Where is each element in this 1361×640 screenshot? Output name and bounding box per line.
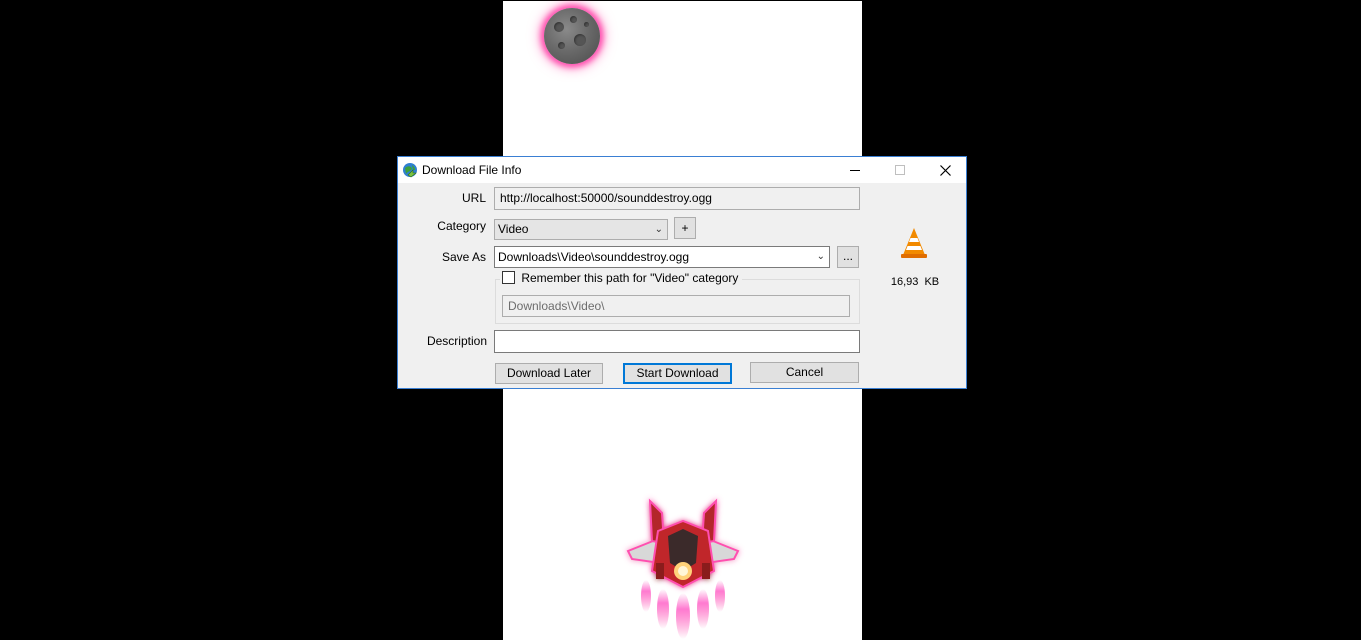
add-category-button[interactable]: +	[674, 217, 696, 239]
remember-path-label[interactable]: Remember this path for "Video" category	[521, 271, 738, 285]
description-field[interactable]	[494, 330, 860, 353]
title-bar[interactable]: Download File Info	[398, 157, 966, 183]
category-select[interactable]: Video ⌄	[494, 219, 668, 240]
spaceship-icon	[626, 498, 740, 639]
minimize-icon	[850, 169, 860, 171]
category-label: Category	[437, 219, 486, 233]
save-as-select[interactable]: Downloads\Video\sounddestroy.ogg ⌄	[494, 246, 830, 268]
chevron-down-icon: ⌄	[816, 251, 825, 262]
file-size-label: 16,93 KB	[890, 276, 940, 288]
close-button[interactable]	[922, 157, 968, 183]
remember-path-field: Downloads\Video\	[502, 295, 850, 317]
url-field[interactable]: http://localhost:50000/sounddestroy.ogg	[494, 187, 860, 210]
save-as-label: Save As	[441, 250, 486, 264]
maximize-button[interactable]	[877, 157, 923, 183]
browse-button[interactable]: ...	[837, 246, 859, 268]
maximize-icon	[895, 165, 905, 175]
vlc-cone-icon	[900, 227, 928, 262]
remember-path-row: Remember this path for "Video" category	[500, 271, 743, 287]
download-file-info-dialog: Download File Info URL http://localhost:…	[397, 156, 967, 389]
start-download-button[interactable]: Start Download	[623, 363, 732, 384]
chevron-down-icon: ⌄	[654, 224, 663, 235]
download-later-button[interactable]: Download Later	[495, 363, 603, 384]
description-label: Description	[426, 334, 487, 348]
idm-globe-icon	[402, 162, 418, 181]
remember-path-checkbox[interactable]	[502, 271, 515, 284]
url-label: URL	[461, 191, 486, 205]
minimize-button[interactable]	[832, 157, 878, 183]
cancel-button[interactable]: Cancel	[750, 362, 859, 383]
asteroid-icon	[544, 8, 600, 64]
close-icon	[939, 164, 951, 176]
category-value: Video	[498, 222, 529, 236]
dialog-title: Download File Info	[422, 163, 522, 177]
save-as-value: Downloads\Video\sounddestroy.ogg	[498, 250, 690, 264]
